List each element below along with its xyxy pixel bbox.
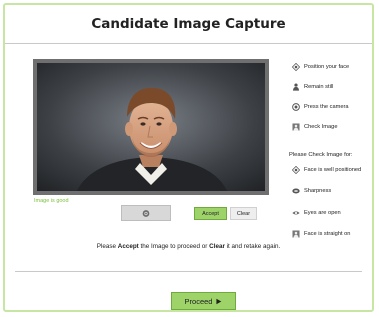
- capture-steps: Position your face Remain still Press th…: [292, 62, 349, 142]
- check-sharpness: Sharpness: [292, 187, 361, 196]
- step-label: Check Image: [304, 123, 338, 130]
- play-icon: [214, 297, 222, 305]
- step-remain-still: Remain still: [292, 82, 349, 91]
- person-icon: [292, 82, 300, 91]
- candidate-photo: [37, 63, 265, 191]
- check-label: Face is well positioned: [304, 166, 362, 173]
- clear-button[interactable]: Clear: [230, 207, 257, 220]
- position-icon: [292, 62, 300, 71]
- check-face-positioned: Face is well positioned: [292, 165, 361, 174]
- instructions-suffix: it and retake again.: [224, 243, 281, 250]
- check-label: Face is straight on: [304, 231, 351, 237]
- step-press-camera: Press the camera: [292, 102, 349, 111]
- capture-button[interactable]: [121, 205, 171, 221]
- check-label: Sharpness: [304, 188, 332, 194]
- image-status: Image is good: [34, 198, 69, 204]
- divider: [15, 271, 362, 272]
- check-face-straight: Face is straight on: [292, 230, 361, 239]
- instructions-prefix: Please: [96, 243, 118, 250]
- proceed-button[interactable]: Proceed: [171, 292, 236, 310]
- camera-preview: [33, 59, 269, 195]
- image-icon: [292, 230, 300, 238]
- image-icon: [292, 122, 300, 131]
- proceed-label: Proceed: [184, 296, 213, 306]
- instructions-middle: the Image to proceed or: [138, 243, 210, 250]
- step-label: Press the camera: [304, 103, 349, 110]
- camera-icon: [142, 209, 150, 217]
- position-icon: [292, 165, 300, 174]
- header: Candidate Image Capture: [5, 5, 372, 44]
- page-title: Candidate Image Capture: [91, 16, 286, 32]
- eye-icon: [292, 209, 300, 217]
- capture-panel: Candidate Image Capture Image is good Ac…: [3, 3, 374, 312]
- instructions-accept-word: Accept: [117, 243, 139, 250]
- checks-title: Please Check Image for:: [289, 152, 353, 158]
- instructions-text: Please Accept the Image to proceed or Cl…: [5, 243, 372, 250]
- instructions-clear-word: Clear: [209, 243, 225, 250]
- sharpness-icon: [292, 187, 300, 195]
- image-checklist: Face is well positioned Sharpness Eyes a…: [292, 165, 361, 251]
- step-label: Remain still: [304, 83, 334, 90]
- step-label: Position your face: [304, 63, 350, 70]
- camera-icon: [292, 102, 300, 111]
- step-check-image: Check Image: [292, 122, 349, 131]
- accept-button[interactable]: Accept: [194, 207, 227, 220]
- check-label: Eyes are open: [304, 209, 341, 216]
- step-position: Position your face: [292, 62, 349, 71]
- check-eyes-open: Eyes are open: [292, 208, 361, 217]
